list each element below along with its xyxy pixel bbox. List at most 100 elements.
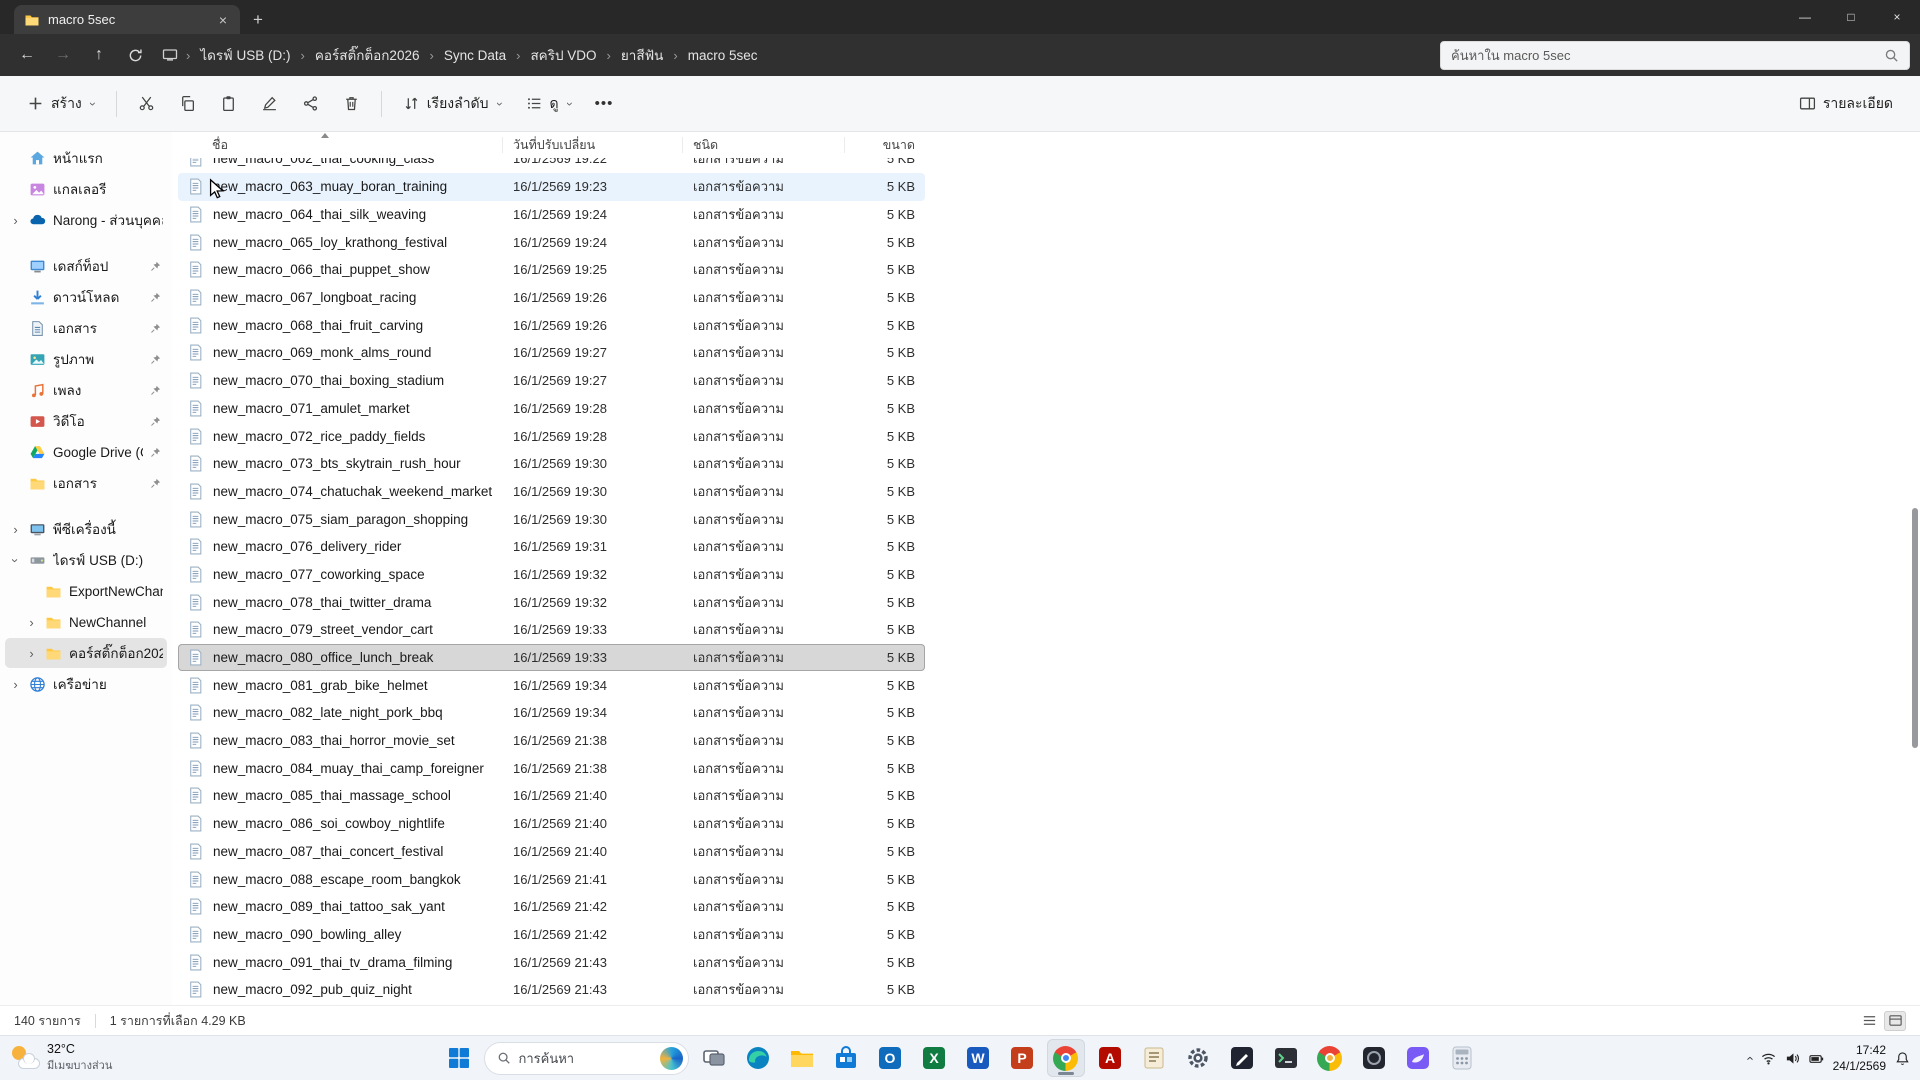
file-row[interactable]: new_macro_085_thai_massage_school16/1/25… xyxy=(178,782,925,810)
cut-button[interactable] xyxy=(127,87,166,120)
scrollbar-thumb[interactable] xyxy=(1912,508,1918,748)
breadcrumb-segment-sync-data[interactable]: Sync Data xyxy=(440,45,510,66)
breadcrumb-segment-toothpaste[interactable]: ยาสีฟัน xyxy=(617,41,668,69)
file-row[interactable]: new_macro_090_bowling_alley16/1/2569 21:… xyxy=(178,921,925,949)
file-row[interactable]: new_macro_072_rice_paddy_fields16/1/2569… xyxy=(178,422,925,450)
taskbar-app-settings[interactable] xyxy=(1179,1039,1217,1077)
copy-button[interactable] xyxy=(168,87,207,120)
column-header-name[interactable]: ชื่อ xyxy=(178,137,503,153)
taskbar-app-dark-app[interactable] xyxy=(1355,1039,1393,1077)
chevron-right-icon[interactable]: › xyxy=(25,616,38,629)
taskbar-app-file-explorer[interactable] xyxy=(783,1039,821,1077)
sidebar-item-onedrive-narong[interactable]: ›Narong - ส่วนบุคคล xyxy=(5,205,167,235)
chevron-right-icon[interactable]: › xyxy=(9,214,22,227)
minimize-button[interactable]: — xyxy=(1782,0,1828,34)
file-row[interactable]: new_macro_088_escape_room_bangkok16/1/25… xyxy=(178,865,925,893)
sidebar-item-downloads[interactable]: ดาวน์โหลด xyxy=(5,282,167,312)
taskbar-app-calculator[interactable] xyxy=(1443,1039,1481,1077)
sidebar-item-desktop[interactable]: เดสก์ท็อป xyxy=(5,251,167,281)
details-pane-button[interactable]: รายละเอียด xyxy=(1788,85,1904,123)
sidebar-item-newchannel[interactable]: ›NewChannel xyxy=(5,607,167,637)
more-options-button[interactable]: ••• xyxy=(585,87,624,120)
details-view-toggle[interactable] xyxy=(1884,1011,1906,1031)
notifications-icon[interactable] xyxy=(1895,1051,1910,1066)
share-button[interactable] xyxy=(291,87,330,120)
start-button[interactable] xyxy=(440,1039,478,1077)
sidebar-item-exportnewchanel[interactable]: ExportNewChanel xyxy=(5,576,167,606)
sidebar-item-videos[interactable]: วิดีโอ xyxy=(5,406,167,436)
volume-icon[interactable] xyxy=(1785,1051,1800,1066)
file-row[interactable]: new_macro_092_pub_quiz_night16/1/2569 21… xyxy=(178,976,925,1004)
file-row[interactable]: new_macro_076_delivery_rider16/1/2569 19… xyxy=(178,533,925,561)
taskbar-app-terminal[interactable] xyxy=(1267,1039,1305,1077)
sidebar-item-gallery[interactable]: แกลเลอรี xyxy=(5,174,167,204)
refresh-button[interactable] xyxy=(118,40,152,70)
taskbar-app-acrobat[interactable]: A xyxy=(1091,1039,1129,1077)
file-row[interactable]: new_macro_073_bts_skytrain_rush_hour16/1… xyxy=(178,450,925,478)
breadcrumb-segment-script-vdo[interactable]: สคริป VDO xyxy=(526,41,600,69)
file-row[interactable]: new_macro_080_office_lunch_break16/1/256… xyxy=(178,644,925,672)
file-row[interactable]: new_macro_074_chatuchak_weekend_market16… xyxy=(178,478,925,506)
file-row[interactable]: new_macro_066_thai_puppet_show16/1/2569 … xyxy=(178,256,925,284)
file-row[interactable]: new_macro_062_thai_cooking_class16/1/256… xyxy=(178,158,925,173)
file-row[interactable]: new_macro_086_soi_cowboy_nightlife16/1/2… xyxy=(178,810,925,838)
sidebar-item-home[interactable]: หน้าแรก xyxy=(5,143,167,173)
sidebar-item-usb-drive-d[interactable]: ›ไดรฟ์ USB (D:) xyxy=(5,545,167,575)
sidebar-item-documents[interactable]: เอกสาร xyxy=(5,313,167,343)
chevron-right-icon[interactable]: › xyxy=(9,523,22,536)
sidebar-item-music[interactable]: เพลง xyxy=(5,375,167,405)
file-row[interactable]: new_macro_071_amulet_market16/1/2569 19:… xyxy=(178,395,925,423)
taskbar-app-powerpoint[interactable]: P xyxy=(1003,1039,1041,1077)
file-row[interactable]: new_macro_064_thai_silk_weaving16/1/2569… xyxy=(178,201,925,229)
new-button[interactable]: สร้าง › xyxy=(16,85,106,123)
file-row[interactable]: new_macro_069_monk_alms_round16/1/2569 1… xyxy=(178,339,925,367)
new-tab-button[interactable]: + xyxy=(240,5,276,34)
sidebar-item-course-tiktok-2026[interactable]: ›คอร์สติ๊กต็อก2026 xyxy=(5,638,167,668)
file-row[interactable]: new_macro_077_coworking_space16/1/2569 1… xyxy=(178,561,925,589)
taskbar-app-edge[interactable] xyxy=(739,1039,777,1077)
view-button[interactable]: ดู › xyxy=(515,85,583,123)
file-row[interactable]: new_macro_082_late_night_pork_bbq16/1/25… xyxy=(178,699,925,727)
taskbar-app-outlook[interactable]: O xyxy=(871,1039,909,1077)
breadcrumb-segment-macro-5sec[interactable]: macro 5sec xyxy=(684,45,762,66)
taskbar-app-purple-app[interactable] xyxy=(1399,1039,1437,1077)
clock[interactable]: 17:42 24/1/2569 xyxy=(1833,1042,1886,1074)
file-row[interactable]: new_macro_084_muay_thai_camp_foreigner16… xyxy=(178,754,925,782)
file-row[interactable]: new_macro_089_thai_tattoo_sak_yant16/1/2… xyxy=(178,893,925,921)
vertical-scrollbar[interactable] xyxy=(1912,136,1918,1001)
taskbar-app-chrome-secondary[interactable] xyxy=(1311,1039,1349,1077)
tab-close-icon[interactable]: × xyxy=(214,12,232,28)
list-view-toggle[interactable] xyxy=(1858,1011,1880,1031)
taskbar-app-pen-tool[interactable] xyxy=(1223,1039,1261,1077)
battery-icon[interactable] xyxy=(1809,1051,1824,1066)
taskbar-app-task-view[interactable] xyxy=(695,1039,733,1077)
paste-button[interactable] xyxy=(209,87,248,120)
column-header-type[interactable]: ชนิด xyxy=(683,137,845,153)
maximize-button[interactable]: □ xyxy=(1828,0,1874,34)
hidden-icons-chevron[interactable]: › xyxy=(1742,1056,1757,1060)
file-row[interactable]: new_macro_063_muay_boran_training16/1/25… xyxy=(178,173,925,201)
file-row[interactable]: new_macro_079_street_vendor_cart16/1/256… xyxy=(178,616,925,644)
taskbar-search[interactable]: การค้นหา xyxy=(484,1042,689,1075)
sidebar-item-pictures[interactable]: รูปภาพ xyxy=(5,344,167,374)
explorer-tab[interactable]: macro 5sec × xyxy=(14,5,240,34)
file-row[interactable]: new_macro_068_thai_fruit_carving16/1/256… xyxy=(178,311,925,339)
rename-button[interactable] xyxy=(250,87,289,120)
sidebar-item-documents-folder[interactable]: เอกสาร xyxy=(5,468,167,498)
file-row[interactable]: new_macro_083_thai_horror_movie_set16/1/… xyxy=(178,727,925,755)
sidebar-item-google-drive-g[interactable]: Google Drive (G:) xyxy=(5,437,167,467)
taskbar-app-chrome[interactable] xyxy=(1047,1039,1085,1077)
file-row[interactable]: new_macro_065_loy_krathong_festival16/1/… xyxy=(178,228,925,256)
sort-button[interactable]: เรียงลำดับ › xyxy=(392,85,513,123)
forward-button[interactable]: → xyxy=(46,40,80,70)
taskbar-app-microsoft-store[interactable] xyxy=(827,1039,865,1077)
taskbar-app-word[interactable]: W xyxy=(959,1039,997,1077)
delete-button[interactable] xyxy=(332,87,371,120)
chevron-right-icon[interactable]: › xyxy=(25,647,38,660)
chevron-right-icon[interactable]: › xyxy=(9,678,22,691)
file-row[interactable]: new_macro_091_thai_tv_drama_filming16/1/… xyxy=(178,948,925,976)
taskbar-app-excel[interactable]: X xyxy=(915,1039,953,1077)
search-box[interactable]: ค้นหาใน macro 5sec xyxy=(1440,41,1910,70)
file-row[interactable]: new_macro_070_thai_boxing_stadium16/1/25… xyxy=(178,367,925,395)
column-header-date-modified[interactable]: วันที่ปรับเปลี่ยน xyxy=(503,137,683,153)
